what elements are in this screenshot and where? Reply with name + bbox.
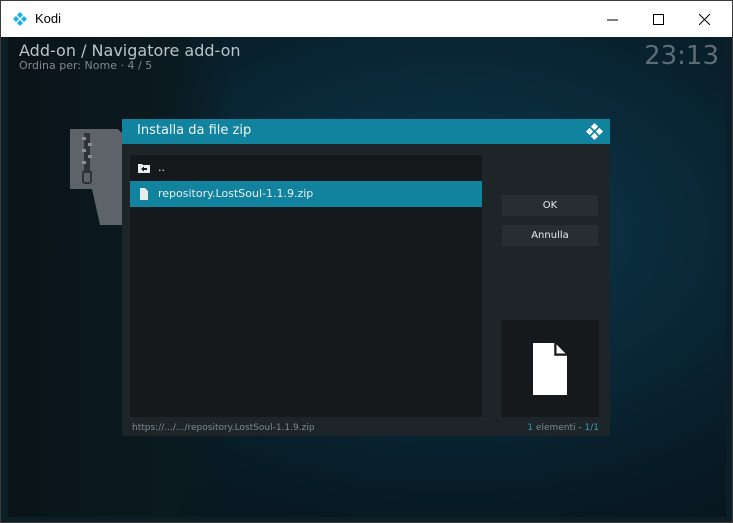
cancel-button[interactable]: Annulla [502, 225, 598, 246]
kodi-logo-icon [13, 12, 27, 26]
maximize-icon [652, 13, 664, 25]
ok-button[interactable]: OK [502, 195, 598, 216]
clock: 23:13 [644, 41, 719, 71]
item-count-suffix: elementi - [533, 423, 585, 433]
sort-label: Ordina per: Nome [19, 59, 117, 72]
list-position: 4 / 5 [127, 59, 153, 72]
file-list: .. repository.LostSoul-1.1.9.zip [130, 155, 482, 417]
maximize-button[interactable] [635, 1, 681, 37]
install-zip-dialog: Installa da file zip .. repository.LostS… [122, 119, 610, 436]
list-item-parent[interactable]: .. [130, 155, 482, 181]
file-preview-icon [533, 342, 567, 395]
dialog-header: Installa da file zip [122, 119, 610, 144]
list-item-label: repository.LostSoul-1.1.9.zip [158, 187, 314, 200]
dialog-title: Installa da file zip [137, 123, 252, 138]
item-count: 1 elementi - 1/1 [527, 423, 599, 433]
zip-file-icon [70, 129, 130, 225]
list-item-label: .. [158, 161, 165, 174]
kodi-window: Kodi Add-on / Navigatore add-on Ordina p… [0, 0, 733, 523]
minimize-button[interactable] [589, 1, 635, 37]
folder-back-icon [138, 164, 150, 173]
kodi-stage: Add-on / Navigatore add-on Ordina per: N… [8, 37, 726, 517]
file-preview [501, 320, 599, 417]
window-title: Kodi [35, 11, 62, 26]
page-indicator: 1/1 [584, 423, 599, 433]
minimize-icon [606, 19, 618, 20]
close-button[interactable] [681, 1, 727, 37]
kodi-logo-icon [586, 123, 603, 140]
sort-separator: · [120, 59, 124, 72]
title-bar: Kodi [1, 1, 732, 37]
file-icon [140, 188, 148, 200]
selected-file-path: https://.../.../repository.LostSoul-1.1.… [132, 423, 315, 433]
close-icon [698, 13, 710, 25]
page-title: Add-on / Navigatore add-on [19, 41, 241, 60]
list-item-zip-file[interactable]: repository.LostSoul-1.1.9.zip [130, 181, 482, 207]
sort-info: Ordina per: Nome · 4 / 5 [19, 59, 152, 72]
